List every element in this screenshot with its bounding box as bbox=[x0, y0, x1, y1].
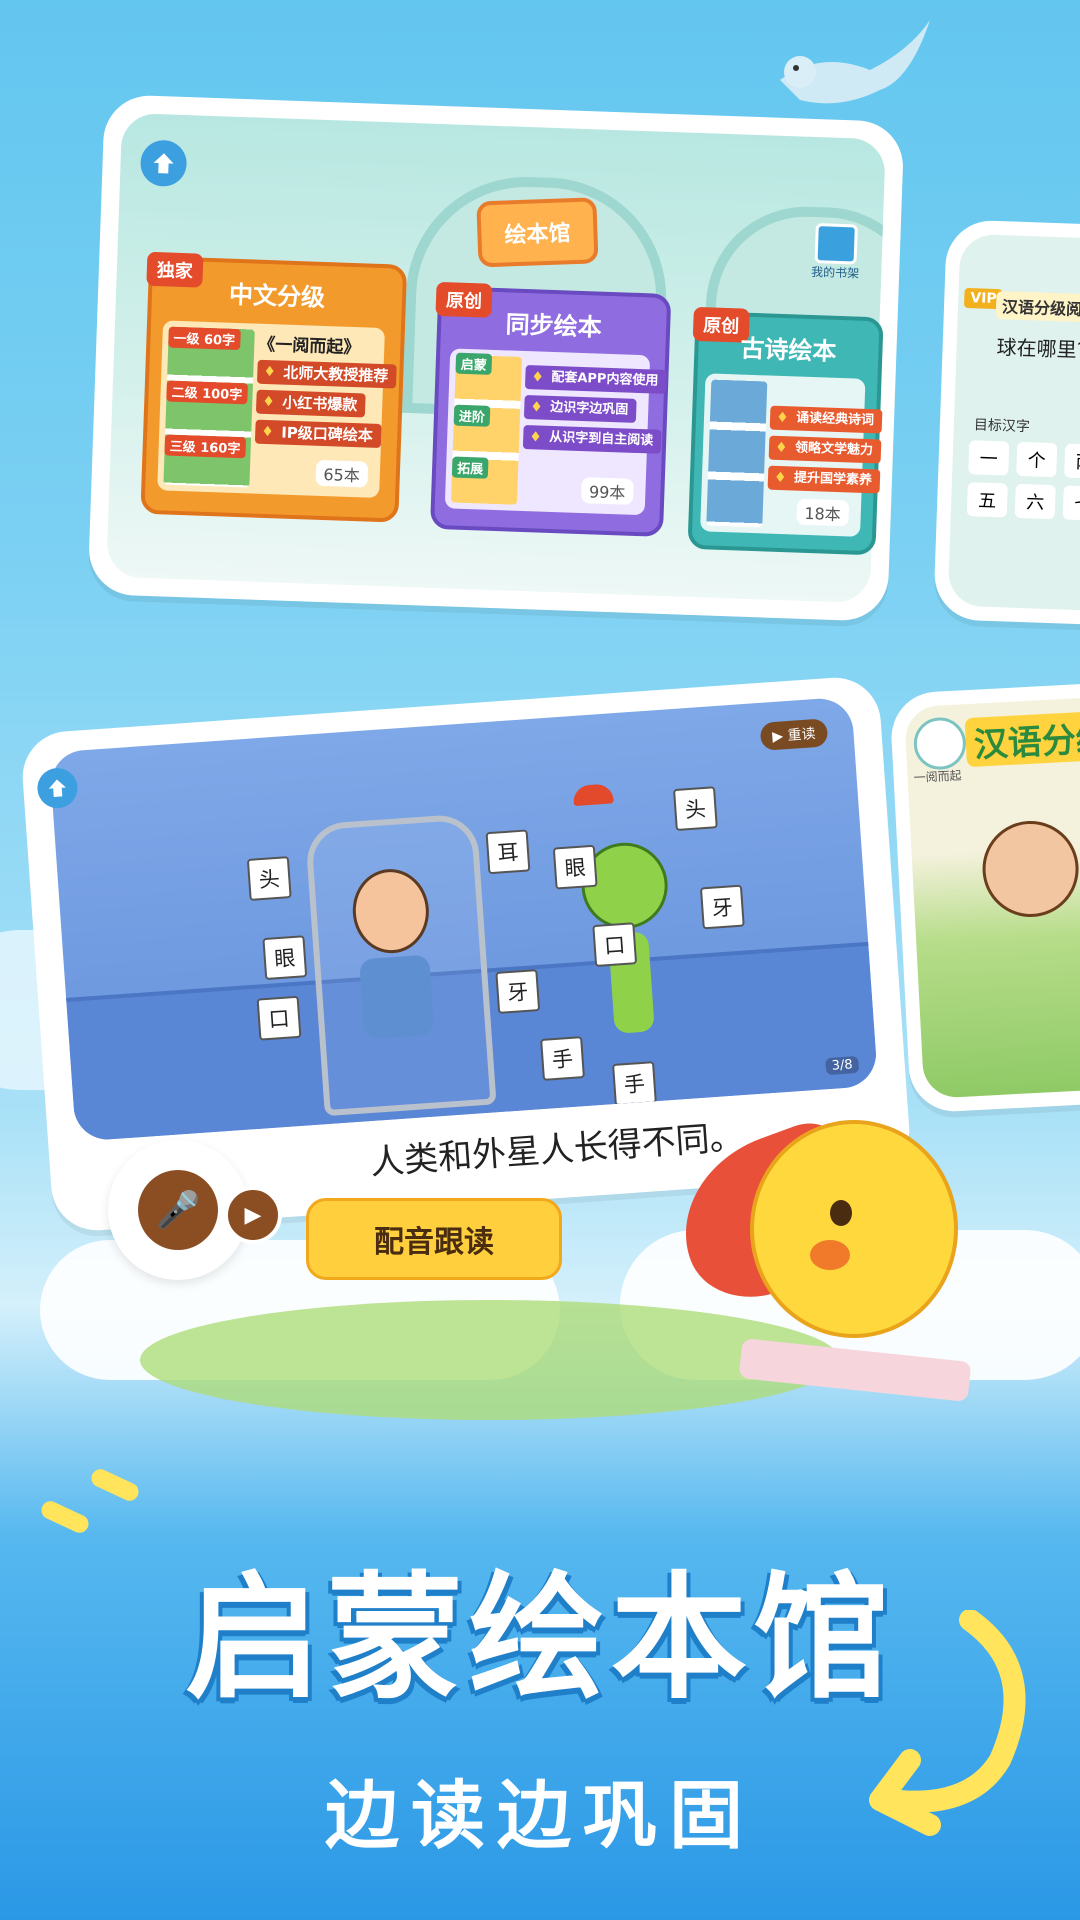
bookshelf: 一级 60字 二级 100字 三级 160字 《一阅而起》 北师大教授推荐 小红… bbox=[157, 320, 397, 499]
word-label[interactable]: 头 bbox=[246, 856, 292, 901]
replay-button[interactable]: ▶ 重读 bbox=[759, 718, 829, 751]
home-arrow-icon bbox=[153, 153, 174, 174]
human-character bbox=[348, 866, 442, 1071]
play-icon: ▶ bbox=[244, 1202, 262, 1228]
level-badge: 三级 160字 bbox=[164, 434, 246, 459]
feature-tag: 北师大教授推荐 bbox=[256, 359, 397, 389]
feature-tag: 小红书爆款 bbox=[255, 389, 366, 418]
book-headline: 《一阅而起》 bbox=[257, 334, 361, 359]
word-label[interactable]: 口 bbox=[592, 922, 638, 968]
library-card: 绘本馆 我的书架 独家 中文分级 一级 60字 二级 100字 三级 160字 … bbox=[87, 94, 905, 622]
feature-tag: 领略文学魅力 bbox=[768, 435, 882, 464]
bookcase-sync-books[interactable]: 原创 同步绘本 启蒙 进阶 拓展 配套APP内容使用 边识字边巩固 从识字到自主… bbox=[429, 281, 672, 537]
char-tile[interactable]: 两 bbox=[1064, 443, 1080, 479]
feature-tag: 提升国学素养 bbox=[767, 465, 881, 494]
bookcase-poetry[interactable]: 原创 古诗绘本 诵读经典诗词 领略文学魅力 提升国学素养 18本 bbox=[687, 306, 884, 556]
book-count: 65本 bbox=[315, 459, 369, 488]
dub-read-label: 配音跟读 bbox=[374, 1225, 494, 1260]
brand-label: 一阅而起 bbox=[913, 768, 962, 785]
bookcase-title: 古诗绘本 bbox=[740, 334, 837, 366]
my-bookshelf-button[interactable]: 我的书架 bbox=[805, 223, 867, 282]
graded-book-card[interactable]: 汉语分级 一阅而起 bbox=[889, 678, 1080, 1114]
brand-logo bbox=[912, 716, 968, 771]
char-tile[interactable]: 七 bbox=[1062, 485, 1080, 521]
curved-arrow-icon bbox=[869, 1610, 1026, 1836]
level-badge: 拓展 bbox=[451, 456, 489, 479]
graded-book-header: 汉语分级 bbox=[964, 710, 1080, 768]
dub-read-button[interactable]: 配音跟读 bbox=[306, 1198, 562, 1280]
book-count: 99本 bbox=[580, 477, 634, 505]
feature-tag: 配套APP内容使用 bbox=[524, 365, 667, 394]
char-tile[interactable]: 六 bbox=[1014, 483, 1056, 520]
replay-label: 重读 bbox=[787, 726, 817, 745]
bookcase-title: 同步绘本 bbox=[505, 309, 603, 342]
bookcase-title: 中文分级 bbox=[228, 280, 326, 312]
target-chars-label: 目标汉字 bbox=[973, 417, 1031, 436]
word-label[interactable]: 口 bbox=[256, 995, 302, 1041]
play-button[interactable]: ▶ bbox=[224, 1186, 282, 1244]
feature-tag: 从识字到自主阅读 bbox=[522, 425, 662, 454]
char-grid: 一 个 两 三 五 六 七 八 bbox=[966, 440, 1080, 525]
feature-tag: 诵读经典诗词 bbox=[769, 405, 883, 434]
word-label[interactable]: 牙 bbox=[495, 969, 541, 1014]
word-label[interactable]: 手 bbox=[540, 1036, 585, 1081]
book-covers bbox=[163, 326, 255, 488]
book-covers bbox=[450, 354, 523, 505]
bookshelf: 诵读经典诗词 领略文学魅力 提升国学素养 18本 bbox=[700, 373, 883, 537]
char-tile[interactable]: 五 bbox=[966, 482, 1008, 518]
promo-screen: 绘本馆 我的书架 独家 中文分级 一级 60字 二级 100字 三级 160字 … bbox=[0, 0, 1080, 1920]
level-badge: 进阶 bbox=[453, 404, 491, 427]
bookshelf: 启蒙 进阶 拓展 配套APP内容使用 边识字边巩固 从识字到自主阅读 99本 bbox=[444, 348, 667, 516]
level-badge: 一级 60字 bbox=[168, 326, 241, 351]
char-tile[interactable]: 一 bbox=[968, 440, 1010, 476]
word-label[interactable]: 手 bbox=[612, 1061, 657, 1106]
word-label[interactable]: 牙 bbox=[699, 884, 745, 930]
question-text: 球在哪里? bbox=[996, 335, 1080, 363]
book-covers bbox=[706, 379, 768, 528]
feature-tag: 边识字边巩固 bbox=[523, 395, 637, 423]
word-label[interactable]: 眼 bbox=[262, 935, 308, 981]
level-badge: 二级 100字 bbox=[166, 380, 248, 405]
play-icon: ▶ bbox=[771, 728, 789, 746]
home-arrow-icon bbox=[48, 779, 66, 797]
ceiling-lamp bbox=[572, 783, 614, 807]
level-badge: 启蒙 bbox=[455, 352, 493, 375]
word-label[interactable]: 头 bbox=[673, 786, 718, 832]
page-indicator: 3/8 bbox=[825, 1055, 860, 1076]
mic-icon: 🎤 bbox=[138, 1170, 218, 1250]
feature-tag: IP级口碑绘本 bbox=[254, 419, 382, 449]
graded-reading-scene: VIP 汉语分级阅读绘本 球在哪里? 目标汉字 一 个 两 三 五 六 七 八 bbox=[947, 233, 1080, 615]
chick-mascot bbox=[659, 1100, 980, 1402]
my-bookshelf-label: 我的书架 bbox=[810, 264, 860, 281]
char-tile[interactable]: 个 bbox=[1016, 441, 1058, 478]
bookcase-chinese-graded[interactable]: 独家 中文分级 一级 60字 二级 100字 三级 160字 《一阅而起》 北师… bbox=[140, 251, 408, 523]
graded-book-scene: 汉语分级 一阅而起 bbox=[903, 693, 1080, 1099]
child-character bbox=[980, 818, 1080, 920]
book-count: 18本 bbox=[795, 498, 850, 527]
word-label[interactable]: 耳 bbox=[485, 829, 531, 875]
graded-reading-card[interactable]: VIP 汉语分级阅读绘本 球在哪里? 目标汉字 一 个 两 三 五 六 七 八 bbox=[933, 219, 1080, 629]
library-title: 绘本馆 bbox=[476, 197, 599, 268]
word-label[interactable]: 眼 bbox=[552, 844, 598, 890]
story-page: ▶ 重读 头 耳 眼 口 牙 头 眼 牙 口 手 手 3/8 bbox=[48, 696, 879, 1142]
graded-reading-header: 汉语分级阅读绘本 bbox=[995, 291, 1080, 324]
bird-icon bbox=[780, 20, 930, 104]
bookshelf-icon bbox=[814, 223, 858, 265]
yellow-dash-decoration bbox=[88, 1466, 142, 1504]
